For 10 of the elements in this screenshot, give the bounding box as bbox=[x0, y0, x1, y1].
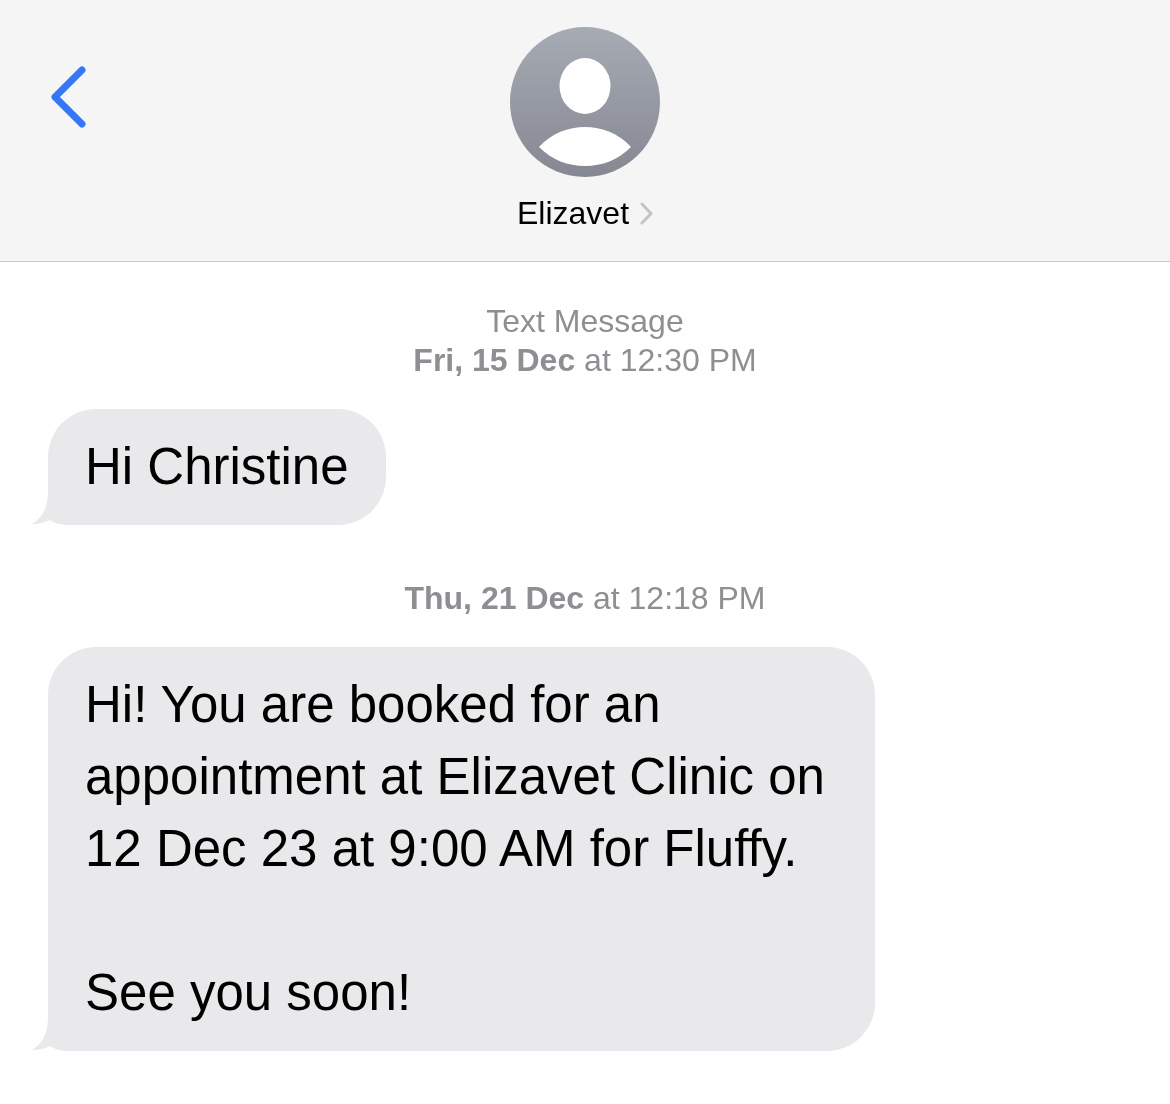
timestamp: Fri, 15 Dec at 12:30 PM bbox=[413, 341, 757, 380]
message-text: Hi! You are booked for an appointment at Elizavet Clinic on 12 Dec 23 at 9:00 AM for Fluffy. See you soon! bbox=[85, 675, 826, 1023]
service-label: Text Message bbox=[486, 302, 684, 341]
chevron-right-icon bbox=[640, 201, 653, 225]
message-text: Hi Christine bbox=[85, 437, 349, 497]
back-button[interactable] bbox=[50, 66, 87, 128]
contact-name-button[interactable]: Elizavet bbox=[516, 193, 653, 233]
avatar-icon[interactable] bbox=[510, 27, 660, 177]
timestamp: Thu, 21 Dec at 12:18 PM bbox=[404, 579, 766, 618]
back-chevron-icon bbox=[50, 66, 87, 128]
